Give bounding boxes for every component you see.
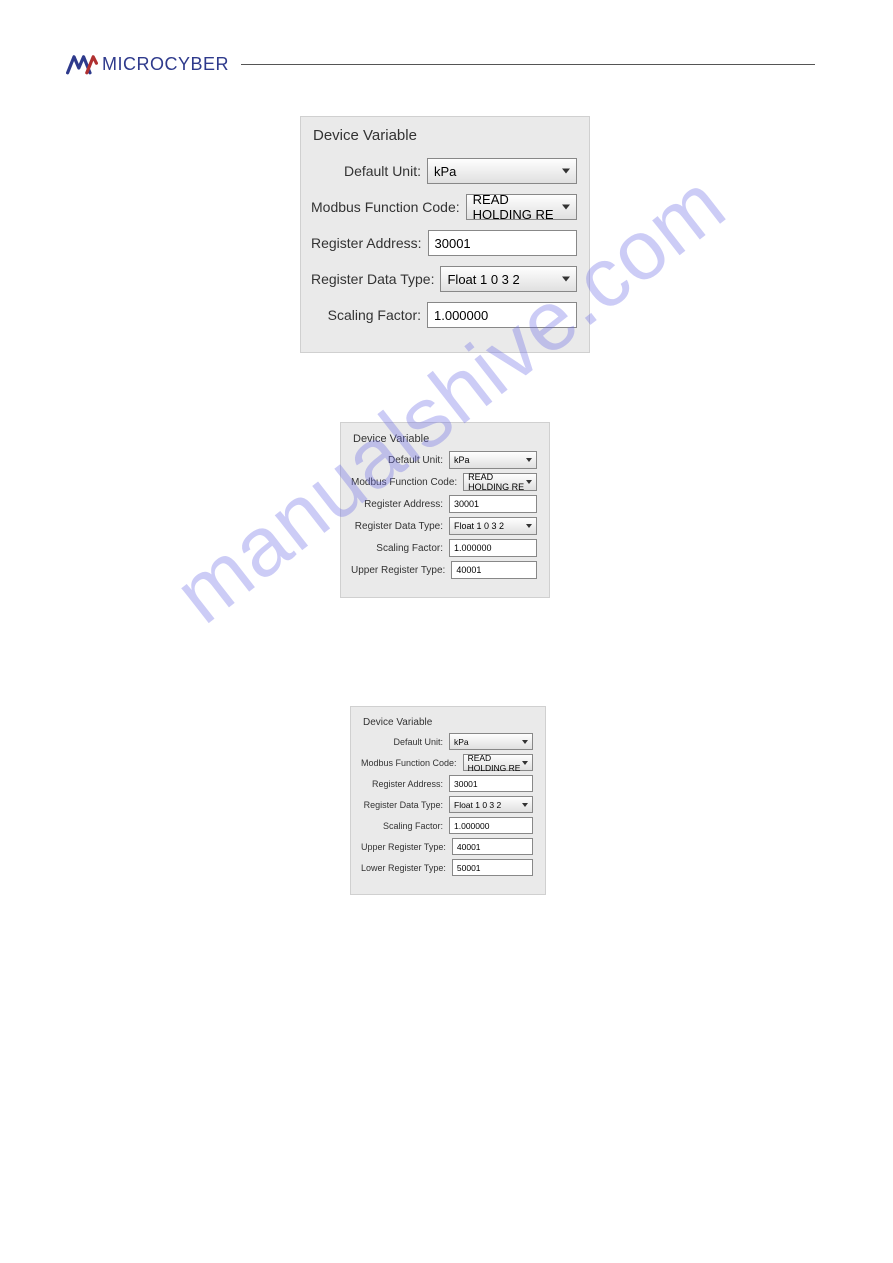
input-value: 50001 (457, 863, 481, 873)
dropdown-value: READ HOLDING RE (468, 472, 532, 492)
chevron-down-icon (526, 458, 532, 462)
panel-title: Device Variable (351, 433, 537, 445)
input-value: 1.000000 (454, 821, 489, 831)
device-variable-panel-3: Device Variable Default Unit: kPa Modbus… (350, 706, 546, 895)
panel-title: Device Variable (361, 717, 533, 728)
default-unit-label: Default Unit: (393, 737, 449, 747)
brand-text: MICROCYBER (102, 54, 229, 75)
upper-reg-label: Upper Register Type: (361, 842, 452, 852)
func-code-dropdown[interactable]: READ HOLDING RE (466, 194, 577, 220)
input-value: 30001 (454, 499, 479, 509)
device-variable-panel-1: Device Variable Default Unit: kPa Modbus… (300, 116, 590, 353)
chevron-down-icon (562, 205, 570, 210)
reg-addr-label: Register Address: (364, 499, 449, 510)
reg-data-type-label: Register Data Type: (355, 521, 449, 532)
page-header: MICROCYBER (66, 52, 815, 76)
lower-reg-input[interactable]: 50001 (452, 859, 533, 876)
scaling-label: Scaling Factor: (376, 543, 449, 554)
chevron-down-icon (526, 480, 532, 484)
dropdown-value: READ HOLDING RE (473, 192, 570, 222)
scaling-label: Scaling Factor: (383, 821, 449, 831)
input-value: 40001 (457, 842, 481, 852)
func-code-label: Modbus Function Code: (351, 477, 463, 488)
dropdown-value: Float 1 0 3 2 (447, 272, 519, 287)
dropdown-value: kPa (434, 164, 456, 179)
reg-addr-label: Register Address: (311, 235, 428, 251)
chevron-down-icon (562, 169, 570, 174)
scaling-input[interactable]: 1.000000 (449, 817, 533, 834)
reg-data-type-dropdown[interactable]: Float 1 0 3 2 (449, 517, 537, 535)
chevron-down-icon (522, 740, 528, 744)
func-code-dropdown[interactable]: READ HOLDING RE (463, 754, 533, 771)
reg-addr-input[interactable]: 30001 (428, 230, 578, 256)
input-value: 1.000000 (434, 308, 488, 323)
default-unit-label: Default Unit: (344, 163, 427, 179)
func-code-dropdown[interactable]: READ HOLDING RE (463, 473, 537, 491)
dropdown-value: READ HOLDING RE (468, 753, 528, 773)
upper-reg-input[interactable]: 40001 (452, 838, 533, 855)
reg-data-type-label: Register Data Type: (311, 271, 440, 287)
default-unit-dropdown[interactable]: kPa (449, 733, 533, 750)
dropdown-value: Float 1 0 3 2 (454, 800, 501, 810)
lower-reg-label: Lower Register Type: (361, 863, 452, 873)
logo-mark-icon (66, 52, 98, 76)
default-unit-label: Default Unit: (388, 455, 449, 466)
scaling-input[interactable]: 1.000000 (427, 302, 577, 328)
header-divider (241, 64, 815, 65)
reg-addr-input[interactable]: 30001 (449, 775, 533, 792)
device-variable-panel-2: Device Variable Default Unit: kPa Modbus… (340, 422, 550, 598)
default-unit-dropdown[interactable]: kPa (449, 451, 537, 469)
input-value: 30001 (435, 236, 471, 251)
default-unit-dropdown[interactable]: kPa (427, 158, 577, 184)
panel-title: Device Variable (311, 127, 577, 144)
dropdown-value: Float 1 0 3 2 (454, 521, 504, 531)
scaling-input[interactable]: 1.000000 (449, 539, 537, 557)
brand-logo: MICROCYBER (66, 52, 237, 76)
chevron-down-icon (522, 761, 528, 765)
reg-data-type-dropdown[interactable]: Float 1 0 3 2 (449, 796, 533, 813)
scaling-label: Scaling Factor: (328, 307, 427, 323)
reg-data-type-dropdown[interactable]: Float 1 0 3 2 (440, 266, 577, 292)
reg-addr-input[interactable]: 30001 (449, 495, 537, 513)
upper-reg-input[interactable]: 40001 (451, 561, 537, 579)
func-code-label: Modbus Function Code: (361, 758, 463, 768)
input-value: 40001 (456, 565, 481, 575)
chevron-down-icon (562, 277, 570, 282)
dropdown-value: kPa (454, 737, 469, 747)
input-value: 30001 (454, 779, 478, 789)
chevron-down-icon (526, 524, 532, 528)
reg-data-type-label: Register Data Type: (364, 800, 449, 810)
dropdown-value: kPa (454, 455, 470, 465)
reg-addr-label: Register Address: (372, 779, 449, 789)
chevron-down-icon (522, 803, 528, 807)
upper-reg-label: Upper Register Type: (351, 565, 451, 576)
func-code-label: Modbus Function Code: (311, 199, 466, 215)
input-value: 1.000000 (454, 543, 492, 553)
